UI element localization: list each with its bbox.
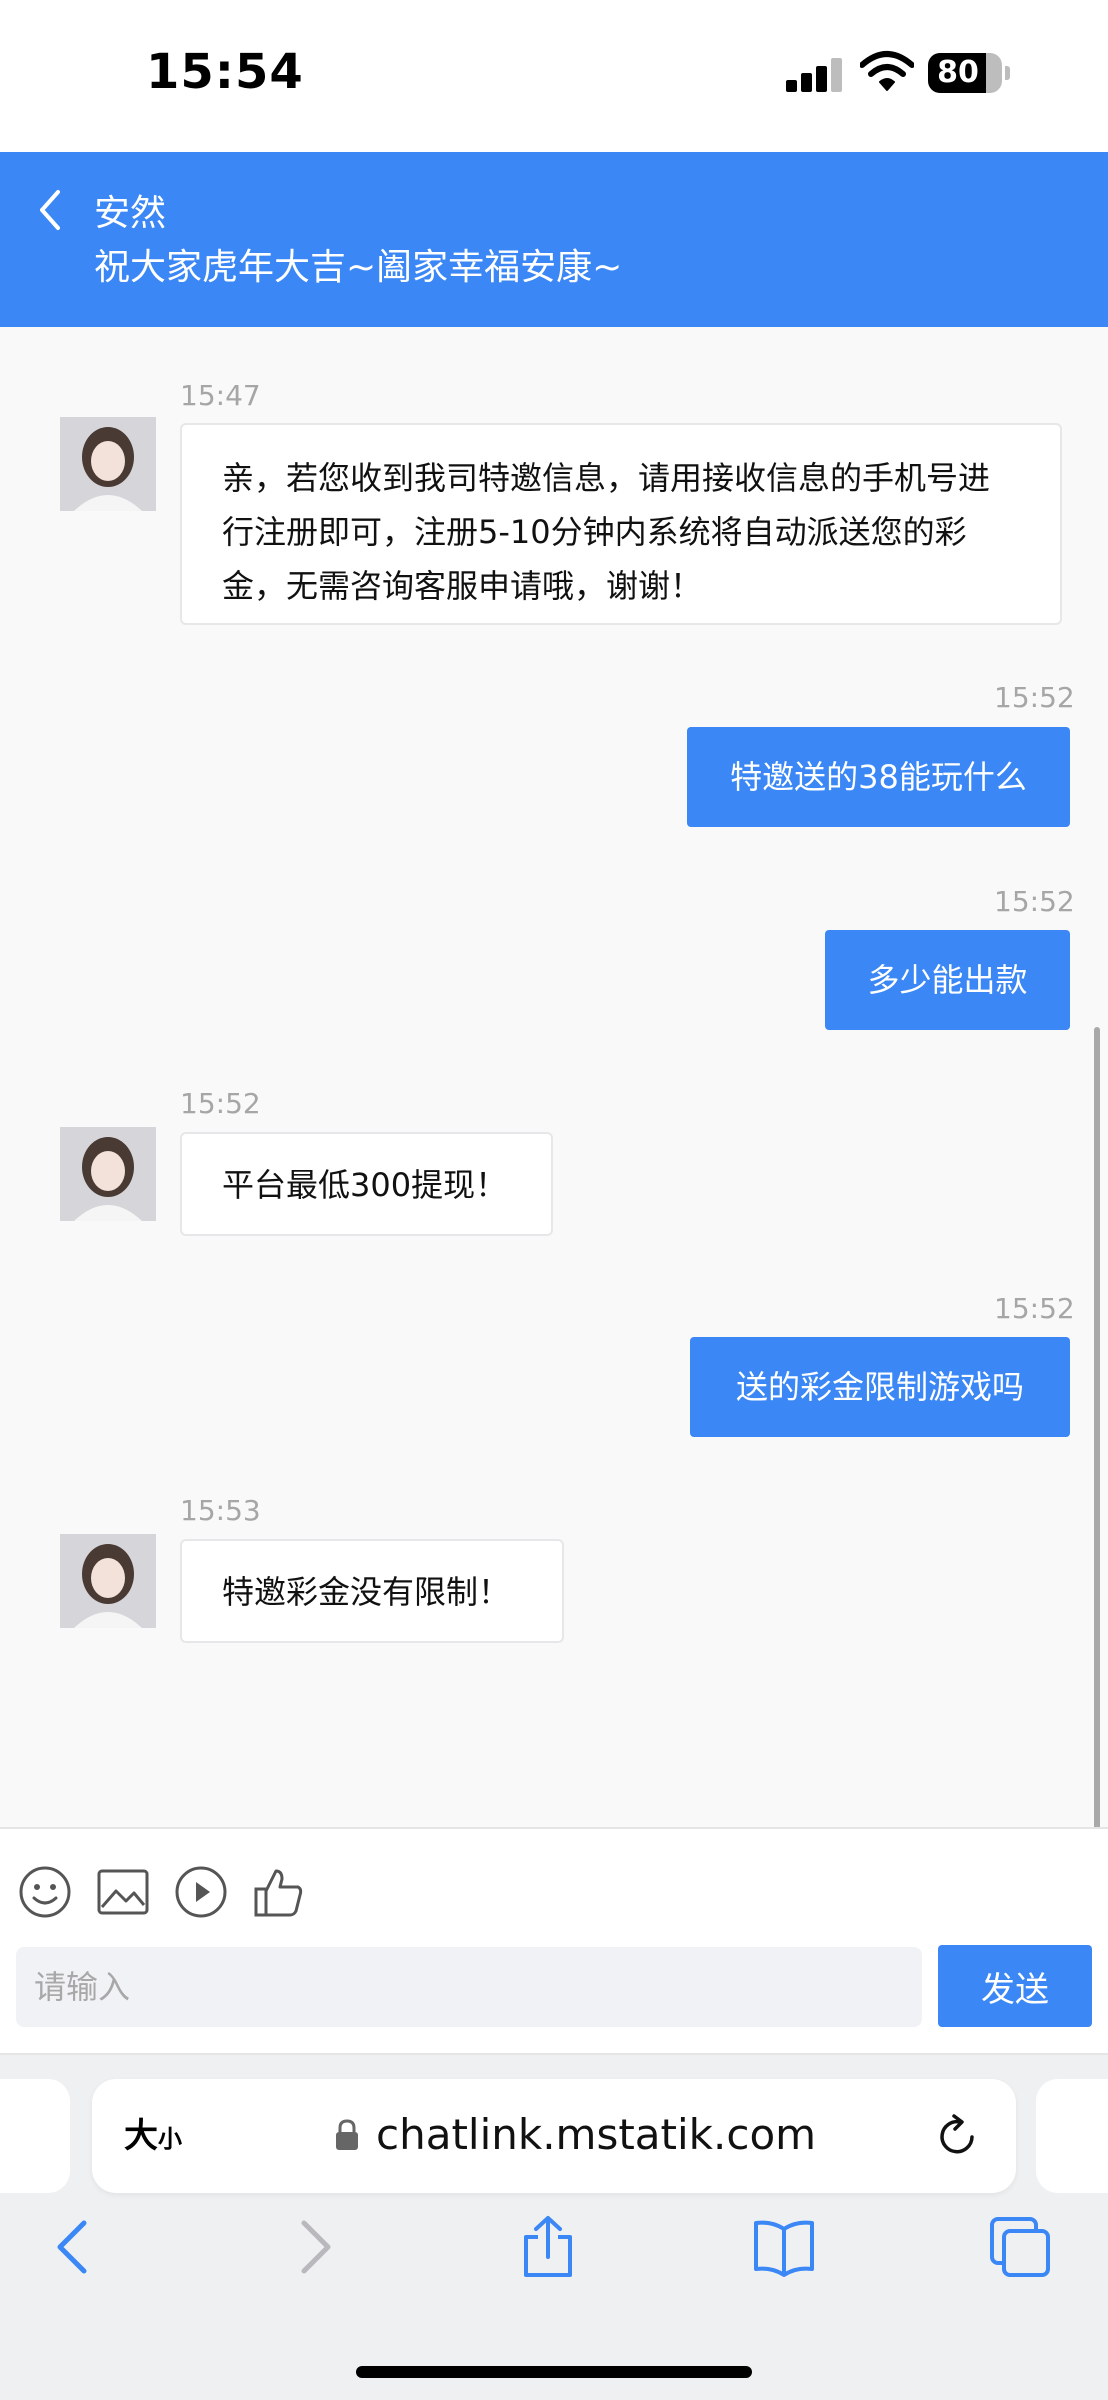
message-time: 15:52: [994, 1292, 1075, 1325]
agent-avatar: [60, 417, 156, 511]
agent-motto: 祝大家虎年大吉~阖家幸福安康~: [94, 247, 623, 288]
browser-toolbar: 大小 chatlink.mstatik.com: [0, 2055, 1108, 2400]
message-time: 15:52: [994, 681, 1075, 714]
message-bubble-left: 平台最低300提现！: [180, 1132, 553, 1236]
message-bubble-right: 送的彩金限制游戏吗: [690, 1337, 1070, 1437]
home-indicator: [356, 2366, 752, 2378]
url-text: chatlink.mstatik.com: [376, 2110, 817, 2159]
message-list[interactable]: 15:47 亲，若您收到我司特邀信息，请用接收信息的手机号进行注册即可，注册5-…: [0, 327, 1108, 2147]
image-icon[interactable]: [96, 1865, 150, 1919]
input-area: 发送: [0, 1827, 1108, 2055]
browser-back-icon[interactable]: [42, 2215, 106, 2279]
message-time: 15:53: [180, 1494, 261, 1527]
agent-avatar: [60, 1127, 156, 1221]
message-bubble-right: 多少能出款: [825, 930, 1070, 1030]
status-bar: 15:54 80: [0, 0, 1108, 152]
tabs-icon[interactable]: [988, 2215, 1052, 2279]
message-bubble-left: 特邀彩金没有限制！: [180, 1539, 564, 1643]
thumbs-up-icon[interactable]: [252, 1865, 306, 1919]
agent-avatar: [60, 1534, 156, 1628]
chat-header: 安然 祝大家虎年大吉~阖家幸福安康~: [0, 152, 1108, 327]
next-tab-card[interactable]: [1036, 2079, 1108, 2193]
play-icon[interactable]: [174, 1865, 228, 1919]
send-button[interactable]: 发送: [938, 1945, 1092, 2027]
address-bar[interactable]: 大小 chatlink.mstatik.com: [92, 2079, 1016, 2193]
bookmarks-icon[interactable]: [752, 2215, 816, 2279]
text-size-big-label: 大: [124, 2116, 158, 2156]
message-bubble-right: 特邀送的38能玩什么: [687, 727, 1070, 827]
battery-icon: 80: [928, 53, 1010, 93]
smiley-icon[interactable]: [18, 1865, 72, 1919]
text-size-button[interactable]: 大小: [124, 2109, 182, 2163]
message-time: 15:52: [994, 885, 1075, 918]
battery-level: 80: [937, 55, 979, 90]
back-icon[interactable]: [34, 188, 68, 232]
lock-icon: [336, 2119, 358, 2150]
share-icon[interactable]: [516, 2215, 580, 2279]
reload-icon[interactable]: [934, 2113, 980, 2159]
text-size-small-label: 小: [158, 2125, 182, 2153]
browser-forward-icon[interactable]: [282, 2215, 346, 2279]
message-time: 15:52: [180, 1087, 261, 1120]
message-bubble-left: 亲，若您收到我司特邀信息，请用接收信息的手机号进行注册即可，注册5-10分钟内系…: [180, 423, 1062, 625]
agent-name: 安然: [94, 193, 167, 234]
cellular-signal-icon: [786, 58, 844, 92]
wifi-icon: [860, 51, 914, 91]
status-time: 15:54: [146, 44, 304, 100]
message-input[interactable]: [16, 1947, 922, 2027]
previous-tab-card[interactable]: [0, 2079, 70, 2193]
message-time: 15:47: [180, 379, 261, 412]
